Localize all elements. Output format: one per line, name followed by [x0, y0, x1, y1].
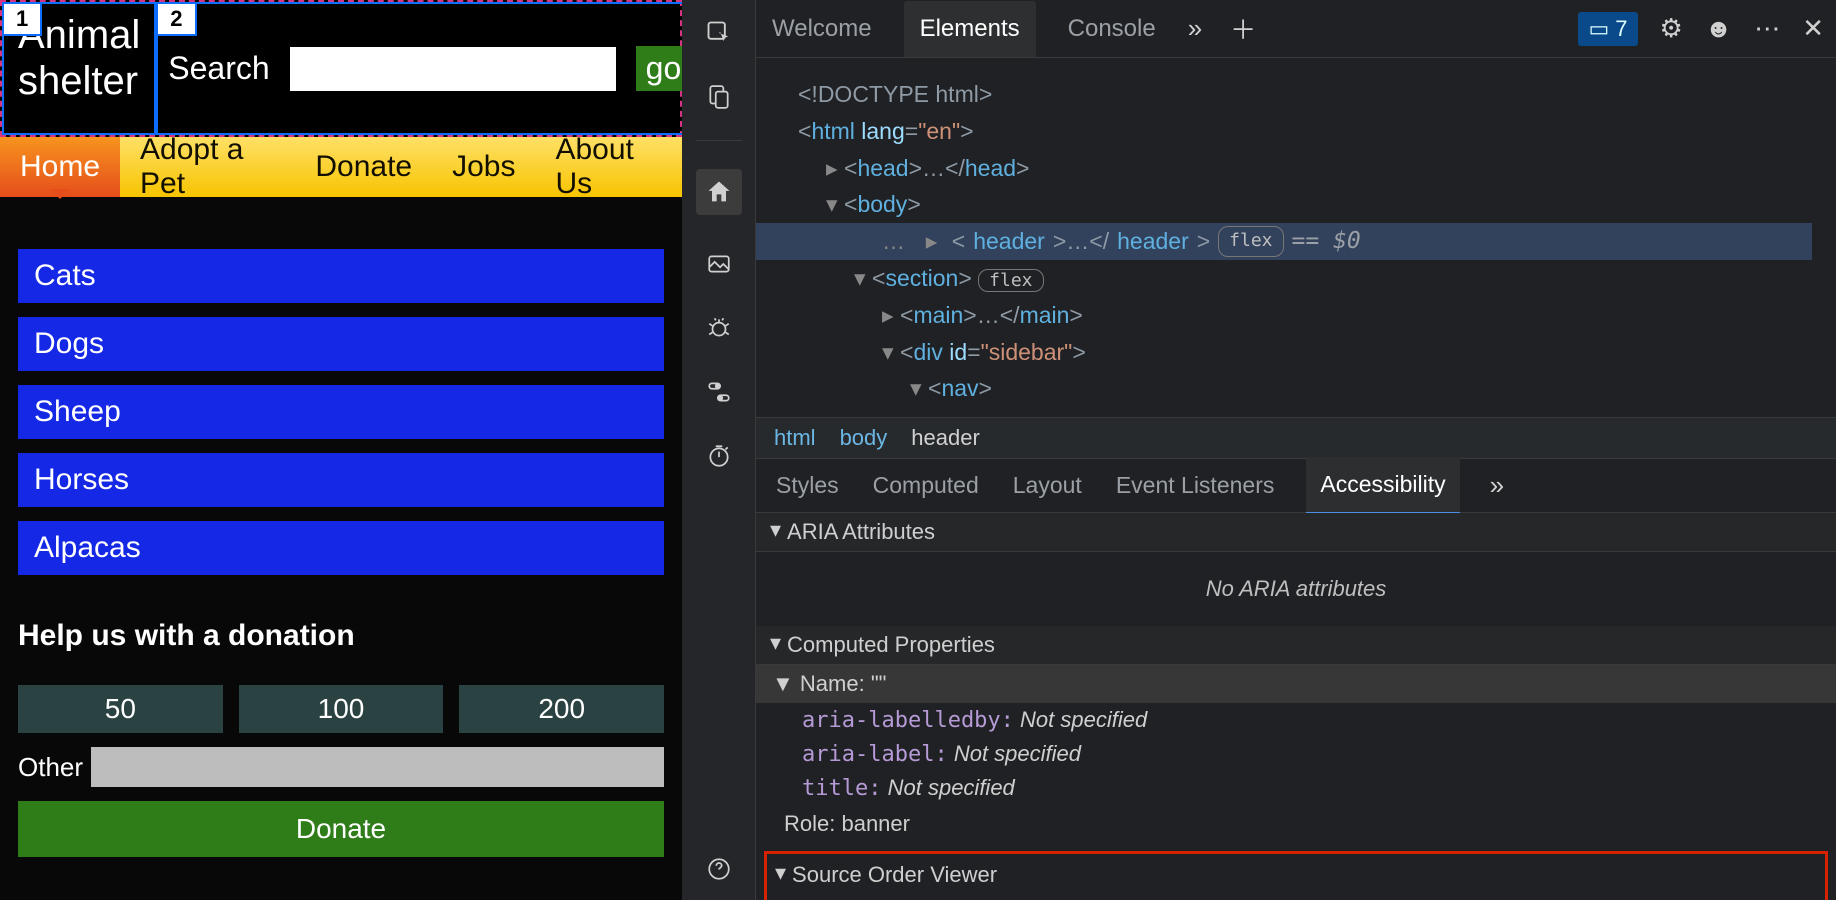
category-alpacas[interactable]: Alpacas: [18, 521, 664, 575]
computed-role-row: Role: banner: [756, 805, 1836, 845]
tab-styles[interactable]: Styles: [774, 458, 841, 513]
donation-amount-200[interactable]: 200: [459, 685, 664, 733]
search-input[interactable]: [290, 47, 616, 91]
rendered-page: 1 Animal shelter 2 Search go Home Adopt …: [0, 0, 682, 900]
tab-layout[interactable]: Layout: [1011, 458, 1084, 513]
donation-amount-row: 50 100 200: [18, 685, 664, 733]
devtools-main: Welcome Elements Console » ＋ ▭ 7 ⚙ ☻ ⋯ ✕…: [756, 0, 1836, 900]
more-panel-tabs-icon[interactable]: »: [1490, 470, 1504, 501]
header-title-box: 1 Animal shelter: [2, 2, 156, 135]
issues-count: 7: [1615, 16, 1627, 42]
nav-item-home[interactable]: Home: [0, 137, 120, 197]
tab-console[interactable]: Console: [1064, 1, 1160, 57]
show-source-order-checkbox[interactable]: Show source order: [773, 892, 1819, 900]
devtools-activity-bar: [682, 0, 756, 900]
category-horses[interactable]: Horses: [18, 453, 664, 507]
tab-event-listeners[interactable]: Event Listeners: [1114, 458, 1277, 513]
main-nav: Home Adopt a Pet Donate Jobs About Us: [0, 137, 682, 197]
devtools-top-tabs: Welcome Elements Console » ＋ ▭ 7 ⚙ ☻ ⋯ ✕: [756, 0, 1836, 58]
flex-badge[interactable]: flex: [1218, 226, 1283, 257]
breadcrumb-html[interactable]: html: [774, 425, 816, 451]
devtools-panel: Welcome Elements Console » ＋ ▭ 7 ⚙ ☻ ⋯ ✕…: [682, 0, 1836, 900]
donation-other-row: Other: [18, 747, 664, 787]
computed-properties-header[interactable]: ▾Computed Properties: [756, 626, 1836, 665]
page-header-flex-outline: 1 Animal shelter 2 Search go: [0, 0, 682, 137]
donation-other-label: Other: [18, 752, 83, 783]
breadcrumb-bar: html body header: [756, 417, 1836, 459]
donate-button[interactable]: Donate: [18, 801, 664, 857]
aria-attributes-header[interactable]: ▾ARIA Attributes: [756, 513, 1836, 552]
nav-item-about[interactable]: About Us: [535, 137, 682, 197]
tab-computed[interactable]: Computed: [871, 458, 981, 513]
eq0-indicator: == $0: [1292, 223, 1361, 260]
source-order-badge-2: 2: [156, 2, 196, 36]
source-order-badge-1: 1: [2, 2, 42, 36]
timer-icon[interactable]: [704, 441, 734, 471]
category-list: Cats Dogs Sheep Horses Alpacas: [0, 197, 682, 575]
elements-tool-icon[interactable]: [696, 169, 742, 215]
help-icon[interactable]: [704, 854, 734, 884]
feedback-icon[interactable]: ☻: [1705, 13, 1732, 44]
toggles-icon[interactable]: [704, 377, 734, 407]
category-sheep[interactable]: Sheep: [18, 385, 664, 439]
search-label: Search: [168, 50, 269, 87]
computed-name-row[interactable]: ▼ Name: "": [756, 665, 1836, 703]
accessibility-panel: ▾ARIA Attributes No ARIA attributes ▾Com…: [756, 513, 1836, 900]
source-order-viewer-box: ▾Source Order Viewer Show source order: [764, 851, 1828, 900]
issues-badge[interactable]: ▭ 7: [1578, 12, 1637, 46]
breadcrumb-body[interactable]: body: [840, 425, 888, 451]
breadcrumb-header[interactable]: header: [911, 425, 980, 451]
kebab-icon[interactable]: ⋯: [1754, 13, 1780, 44]
settings-icon[interactable]: ⚙: [1660, 13, 1683, 44]
dom-selected-header[interactable]: … ▸<header>…</header> flex == $0: [756, 223, 1812, 260]
device-icon[interactable]: [704, 82, 734, 112]
donation-heading: Help us with a donation: [18, 619, 664, 653]
bug-icon[interactable]: [704, 313, 734, 343]
close-devtools-icon[interactable]: ✕: [1802, 13, 1824, 44]
more-tabs-icon[interactable]: »: [1188, 13, 1202, 44]
nav-item-jobs[interactable]: Jobs: [432, 137, 535, 197]
nav-item-adopt[interactable]: Adopt a Pet: [120, 137, 295, 197]
images-tool-icon[interactable]: [704, 249, 734, 279]
nav-item-donate[interactable]: Donate: [295, 137, 432, 197]
dom-tree[interactable]: <!DOCTYPE html> <html lang="en"> ▸<head>…: [756, 58, 1836, 417]
donation-block: Help us with a donation 50 100 200 Other…: [0, 589, 682, 857]
dom-doctype: <!DOCTYPE html>: [798, 81, 992, 107]
flex-badge-section[interactable]: flex: [978, 269, 1043, 292]
donation-other-input[interactable]: [91, 747, 664, 787]
donation-amount-50[interactable]: 50: [18, 685, 223, 733]
tab-welcome[interactable]: Welcome: [768, 1, 876, 57]
source-order-viewer-header[interactable]: ▾Source Order Viewer: [773, 858, 1819, 892]
inspect-icon[interactable]: [704, 18, 734, 48]
category-dogs[interactable]: Dogs: [18, 317, 664, 371]
tab-accessibility[interactable]: Accessibility: [1306, 457, 1459, 514]
donation-amount-100[interactable]: 100: [239, 685, 444, 733]
add-tab-icon[interactable]: ＋: [1230, 10, 1256, 47]
sidepanel-tabs: Styles Computed Layout Event Listeners A…: [756, 459, 1836, 513]
chat-icon: ▭: [1588, 16, 1609, 42]
category-cats[interactable]: Cats: [18, 249, 664, 303]
header-search-box: 2 Search go: [156, 2, 719, 135]
no-aria-text: No ARIA attributes: [756, 552, 1836, 626]
tab-elements[interactable]: Elements: [904, 1, 1036, 57]
